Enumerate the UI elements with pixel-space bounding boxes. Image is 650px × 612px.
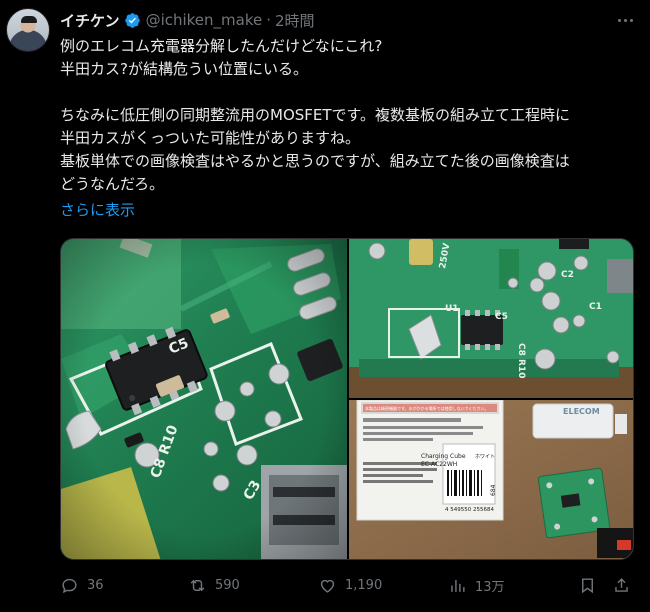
tweet-header: イチケン @ichiken_make · 2時間 xyxy=(60,9,315,31)
heart-icon xyxy=(320,579,335,593)
reply-count: 36 xyxy=(87,577,104,593)
tweet-line-blank xyxy=(60,81,635,104)
verified-badge-icon xyxy=(124,12,140,28)
tweet-line: どうなんだろ。 xyxy=(60,175,165,193)
bookmark-icon xyxy=(582,577,593,593)
tweet-line: ちなみに低圧側の同期整流用のMOSFETです。複数基板の組み立て工程時に xyxy=(60,106,571,124)
media-image-package[interactable]: Charging Cube EC-AC22WH ホワイト 4 549550 25… xyxy=(349,400,633,559)
package-product-line2: EC-AC22WH xyxy=(421,461,457,468)
pcb-label-c1: C1 xyxy=(589,302,602,312)
avatar[interactable] xyxy=(6,8,50,52)
tweet-line: 半田カス?が結構危うい位置にいる。 xyxy=(60,60,308,78)
like-button[interactable]: 1,190 xyxy=(318,572,382,598)
more-options-icon[interactable] xyxy=(614,10,636,30)
pcb-label-c5-board: C5 xyxy=(495,312,508,322)
separator-dot: · xyxy=(266,11,272,29)
package-drawing: Charging Cube EC-AC22WH ホワイト 4 549550 25… xyxy=(349,400,633,559)
reply-button[interactable]: 36 xyxy=(60,572,104,598)
tweet-line: 基板単体での画像検査はやるかと思うのですが、組み立てた後の画像検査は xyxy=(60,152,570,170)
package-barcode-number: 4 549550 255684 xyxy=(445,507,494,513)
media-grid: C5 C8 R10 C3 U1 C5 C8 R10 C1 C2 250V Cha… xyxy=(60,238,634,560)
tweet[interactable]: イチケン @ichiken_make · 2時間 例のエレコム充電器分解したんだ… xyxy=(0,0,650,612)
pcb-label-c8-r10-board: C8 R10 xyxy=(516,343,526,378)
repost-icon xyxy=(190,579,205,591)
action-bar: 36 590 1,190 13万 xyxy=(60,572,635,598)
pcb-board-drawing: U1 C5 C8 R10 C1 C2 250V xyxy=(349,239,633,398)
like-count: 1,190 xyxy=(345,577,383,593)
pcb-label-u1: U1 xyxy=(445,304,459,314)
reply-icon xyxy=(62,578,77,593)
pcb-label-c2: C2 xyxy=(561,270,574,280)
share-icon xyxy=(615,577,628,592)
tweet-line: 半田カスがくっついた可能性がありますね。 xyxy=(60,129,361,147)
media-image-board[interactable]: U1 C5 C8 R10 C1 C2 250V xyxy=(349,239,633,398)
media-image-closeup[interactable]: C5 C8 R10 C3 xyxy=(61,239,347,559)
tweet-text: 例のエレコム充電器分解したんだけどなにこれ? 半田カス?が結構危うい位置にいる。… xyxy=(60,35,635,222)
show-more-link[interactable]: さらに表示 xyxy=(60,199,635,222)
handle[interactable]: @ichiken_make xyxy=(146,11,263,29)
views-button[interactable]: 13万 xyxy=(448,572,505,598)
display-name[interactable]: イチケン xyxy=(60,10,120,31)
views-chart-icon xyxy=(451,579,465,592)
timestamp[interactable]: 2時間 xyxy=(275,10,315,31)
package-brand: ELECOM xyxy=(563,407,600,416)
pcb-closeup-drawing: C5 C8 R10 C3 xyxy=(61,239,347,559)
view-count: 13万 xyxy=(475,579,505,595)
repost-count: 590 xyxy=(215,577,240,593)
tweet-line: 例のエレコム充電器分解したんだけどなにこれ? xyxy=(60,37,383,55)
package-side-code: 684 xyxy=(490,484,497,496)
share-button[interactable] xyxy=(612,572,631,598)
bookmark-button[interactable] xyxy=(578,572,597,598)
repost-button[interactable]: 590 xyxy=(188,572,240,598)
package-warning: 本製品は精密機器です。水がかかる場所では使用しないでください。 xyxy=(365,405,488,411)
package-color: ホワイト xyxy=(475,454,495,460)
package-product-line1: Charging Cube xyxy=(421,453,466,460)
